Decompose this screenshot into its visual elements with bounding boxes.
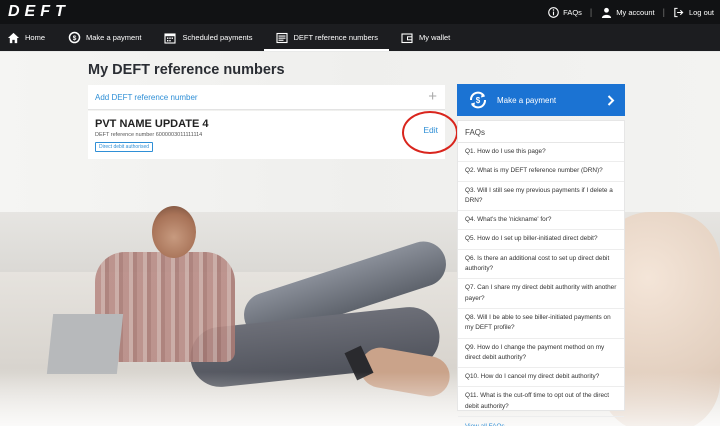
faq-item[interactable]: Q7. Can I share my direct debit authorit… — [458, 279, 624, 309]
faq-item[interactable]: Q2. What is my DEFT reference number (DR… — [458, 162, 624, 182]
log-out-label: Log out — [688, 7, 714, 17]
my-account-link[interactable]: My account — [600, 6, 655, 18]
calendar-icon — [163, 31, 177, 45]
faq-item[interactable]: Q9. How do I change the payment method o… — [458, 339, 624, 369]
wallet-icon — [400, 31, 414, 45]
faq-item[interactable]: Q11. What is the cut-off time to opt out… — [458, 387, 624, 418]
faq-item[interactable]: Q4. What's the 'nickname' for? — [458, 211, 624, 231]
nav-scheduled-payments[interactable]: Scheduled payments — [152, 24, 263, 51]
add-reference-number-row[interactable]: Add DEFT reference number + — [88, 85, 445, 110]
add-reference-number-link[interactable]: Add DEFT reference number — [95, 93, 198, 102]
my-account-label: My account — [616, 7, 655, 17]
logout-icon — [673, 6, 685, 18]
log-out-link[interactable]: Log out — [673, 6, 714, 18]
divider: | — [589, 7, 593, 17]
nav-my-wallet[interactable]: My wallet — [389, 24, 461, 51]
nav-deft-reference-numbers[interactable]: DEFT reference numbers — [263, 24, 390, 51]
nav-home-label: Home — [25, 33, 46, 42]
document-icon — [275, 31, 289, 45]
user-icon — [600, 6, 612, 18]
home-icon — [6, 31, 20, 45]
reference-number-card: PVT NAME UPDATE 4 DEFT reference number … — [88, 111, 445, 159]
faq-list: Q1. How do I use this page? Q2. What is … — [458, 143, 624, 418]
main-nav: Home $ Make a payment Scheduled payments… — [0, 24, 720, 51]
nav-deft-reference-numbers-label: DEFT reference numbers — [293, 33, 378, 42]
reference-number-text: DEFT reference number 6000003011111114 — [95, 132, 203, 138]
faqs-link-label: FAQs — [563, 7, 582, 17]
page-title: My DEFT reference numbers — [88, 62, 285, 78]
top-bar: DEFT FAQs | My account | Log out — [0, 0, 720, 24]
divider: | — [662, 7, 665, 17]
view-all-faqs-link[interactable]: View all FAQs — [458, 417, 624, 426]
reference-nickname: PVT NAME UPDATE 4 — [95, 118, 209, 130]
annotation-circle — [402, 111, 458, 154]
deft-logo[interactable]: DEFT — [8, 3, 70, 21]
faq-item[interactable]: Q3. Will I still see my previous payment… — [458, 182, 624, 212]
faqs-link[interactable]: FAQs — [547, 6, 582, 18]
svg-text:$: $ — [72, 35, 76, 42]
nav-home[interactable]: Home — [0, 24, 56, 51]
faq-panel-title: FAQs — [458, 121, 624, 143]
nav-make-a-payment[interactable]: $ Make a payment — [56, 24, 152, 51]
svg-text:$: $ — [476, 96, 481, 105]
faq-item[interactable]: Q1. How do I use this page? — [458, 143, 624, 163]
make-a-payment-button[interactable]: $ Make a payment — [457, 84, 625, 116]
payment-cycle-icon: $ — [67, 31, 81, 45]
info-icon — [547, 6, 559, 18]
status-badge: Direct debit authorised — [95, 142, 154, 152]
nav-my-wallet-label: My wallet — [419, 33, 451, 42]
make-a-payment-label: Make a payment — [497, 95, 557, 105]
faq-item[interactable]: Q5. How do I set up biller-initiated dir… — [458, 230, 624, 250]
faq-item[interactable]: Q6. Is there an additional cost to set u… — [458, 250, 624, 280]
top-links: FAQs | My account | Log out — [547, 0, 714, 24]
plus-icon[interactable]: + — [428, 88, 437, 105]
faq-item[interactable]: Q10. How do I cancel my direct debit aut… — [458, 368, 624, 388]
nav-make-a-payment-label: Make a payment — [86, 33, 142, 42]
nav-scheduled-payments-label: Scheduled payments — [182, 33, 253, 42]
payment-cycle-icon: $ — [467, 89, 489, 111]
faq-panel: FAQs Q1. How do I use this page? Q2. Wha… — [457, 120, 625, 426]
chevron-right-icon — [607, 94, 615, 106]
faq-item[interactable]: Q8. Will I be able to see biller-initiat… — [458, 309, 624, 339]
